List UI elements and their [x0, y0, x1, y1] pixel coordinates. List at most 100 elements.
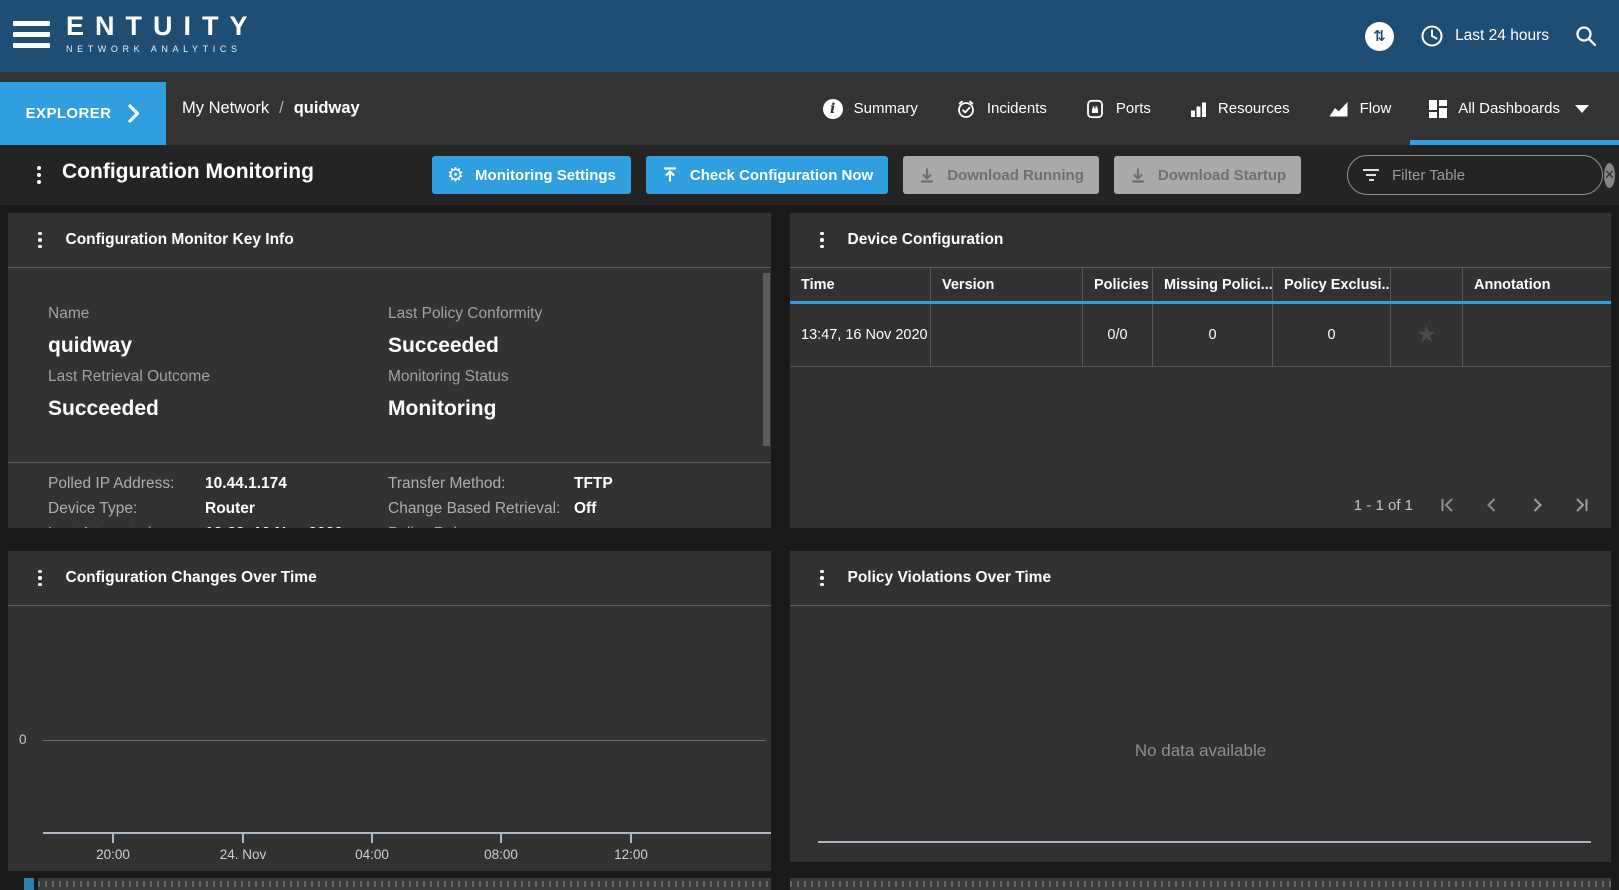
panel-title: Device Configuration	[847, 231, 1004, 248]
panel-kebab-menu-icon[interactable]	[34, 228, 46, 253]
cell-annotation	[1462, 304, 1611, 366]
tab-label: Resources	[1217, 100, 1290, 117]
info-icon: i	[822, 98, 843, 119]
download-running-button[interactable]: Download Running	[903, 156, 1099, 194]
detail-value: TFTP	[574, 474, 613, 492]
column-header-favorite[interactable]	[1390, 268, 1462, 301]
column-header-missing-policies[interactable]: Missing Polici...	[1152, 268, 1272, 301]
last-page-icon[interactable]	[1571, 494, 1593, 516]
config-monitor-key-info-panel: Configuration Monitor Key Info Name quid…	[8, 213, 771, 528]
tab-ports[interactable]: Ports	[1066, 72, 1170, 145]
tab-label: Summary	[853, 100, 918, 117]
x-axis-tick	[112, 834, 114, 843]
explorer-label: EXPLORER	[25, 105, 112, 122]
tab-all-dashboards[interactable]: All Dashboards	[1410, 72, 1619, 145]
breadcrumb-current: quidway	[293, 99, 360, 117]
search-icon[interactable]	[1575, 25, 1597, 47]
hamburger-menu-icon[interactable]	[13, 21, 50, 48]
detail-value: 12:33, 19 Nov 2020	[205, 525, 388, 529]
clipped-next-row	[0, 878, 1619, 890]
detail-label: Change Based Retrieval:	[388, 499, 561, 517]
time-range-picker[interactable]: Last 24 hours	[1420, 24, 1549, 48]
column-header-version[interactable]: Version	[930, 268, 1082, 301]
detail-label: Device Type:	[48, 499, 138, 517]
chevron-right-icon	[128, 104, 140, 123]
detail-value: Off	[574, 499, 597, 517]
field-label: Last Policy Conformity	[388, 305, 543, 322]
clipped-panel-edge	[38, 878, 771, 890]
filter-table-field[interactable]: ✕	[1347, 155, 1615, 195]
no-data-message: No data available	[1134, 741, 1267, 760]
tab-label: Ports	[1115, 100, 1151, 117]
alarm-check-icon	[956, 99, 976, 119]
configuration-changes-panel: Configuration Changes Over Time 0 20:00 …	[8, 551, 771, 871]
star-icon[interactable]: ★	[1416, 322, 1437, 348]
tab-summary[interactable]: i Summary	[804, 72, 937, 145]
clock-icon	[1420, 24, 1444, 48]
x-axis-tick	[500, 834, 502, 843]
download-startup-button[interactable]: Download Startup	[1113, 156, 1302, 194]
download-icon	[918, 166, 936, 184]
panel-scrollbar[interactable]	[763, 273, 770, 446]
panel-kebab-menu-icon[interactable]	[34, 566, 46, 591]
detail-value: 10.44.1.174	[205, 474, 287, 492]
x-axis-label: 04:00	[355, 847, 389, 862]
cell-policies: 0/0	[1082, 304, 1152, 366]
clipped-accent-block	[24, 878, 34, 890]
key-info-details: Polled IP Address: 10.44.1.174 Transfer …	[48, 471, 771, 529]
breadcrumb-parent[interactable]: My Network	[182, 99, 269, 118]
column-header-policies[interactable]: Policies	[1082, 268, 1152, 301]
field-value: Succeeded	[48, 397, 159, 420]
detail-label: Transfer Method:	[388, 474, 506, 492]
logo-title: ENTUITY	[66, 11, 259, 41]
x-axis-line	[43, 832, 771, 834]
first-page-icon[interactable]	[1436, 494, 1458, 516]
x-axis-label: 24. Nov	[219, 847, 267, 862]
panel-kebab-menu-icon[interactable]	[816, 566, 828, 591]
x-axis-tick	[630, 834, 632, 843]
column-header-policy-exclusions[interactable]: Policy Exclusi...	[1272, 268, 1390, 301]
pagination-summary: 1 - 1 of 1	[1353, 496, 1413, 514]
nav-tabs: i Summary Incidents Ports Resources Flow…	[804, 72, 1619, 145]
page-title: Configuration Monitoring	[62, 160, 314, 183]
tab-incidents[interactable]: Incidents	[937, 72, 1066, 145]
explorer-button[interactable]: EXPLORER	[0, 82, 166, 145]
field-value: Monitoring	[388, 397, 497, 420]
button-label: Download Startup	[1157, 166, 1287, 184]
divider	[8, 462, 771, 463]
field-label: Name	[48, 305, 90, 322]
swap-direction-icon[interactable]: ⇅	[1365, 21, 1395, 51]
filter-table-input[interactable]	[1390, 165, 1593, 185]
column-header-annotation[interactable]: Annotation	[1462, 268, 1611, 301]
clear-filter-icon[interactable]: ✕	[1604, 162, 1615, 188]
tab-resources[interactable]: Resources	[1170, 72, 1309, 145]
breadcrumb: My Network / quidway	[182, 72, 360, 145]
device-configuration-panel: Device Configuration Time Version Polici…	[790, 213, 1611, 528]
flow-chart-icon	[1328, 100, 1349, 118]
field-last-policy-conformity: Last Policy Conformity Succeeded	[388, 305, 542, 358]
monitoring-settings-button[interactable]: ⚙ Monitoring Settings	[432, 156, 631, 194]
button-label: Monitoring Settings	[475, 166, 616, 184]
tab-flow[interactable]: Flow	[1309, 72, 1411, 145]
page-kebab-menu-icon[interactable]	[33, 162, 45, 188]
check-configuration-now-button[interactable]: Check Configuration Now	[645, 156, 889, 194]
device-configuration-table: Time Version Policies Missing Polici... …	[790, 268, 1611, 367]
previous-page-icon[interactable]	[1481, 494, 1503, 516]
tab-label: All Dashboards	[1458, 100, 1560, 117]
button-label: Check Configuration Now	[689, 166, 874, 184]
cell-time: 13:47, 16 Nov 2020	[801, 327, 928, 343]
clipped-panel-edge	[790, 878, 1611, 890]
column-header-time[interactable]: Time	[790, 268, 930, 301]
policy-violations-panel: Policy Violations Over Time No data avai…	[790, 551, 1611, 862]
page-toolbar: Configuration Monitoring ⚙ Monitoring Se…	[0, 145, 1619, 205]
next-page-icon[interactable]	[1526, 494, 1548, 516]
zero-gridline	[43, 740, 766, 741]
x-glyph: ✕	[1604, 167, 1615, 183]
panel-kebab-menu-icon[interactable]	[816, 228, 828, 253]
button-label: Download Running	[947, 166, 1084, 184]
upload-icon	[661, 166, 679, 184]
field-name: Name quidway	[48, 305, 132, 358]
x-axis-label: 12:00	[614, 847, 648, 862]
table-row[interactable]: 13:47, 16 Nov 2020 0/0 0 0 ★	[790, 304, 1611, 367]
field-last-retrieval-outcome: Last Retrieval Outcome Succeeded	[48, 368, 210, 421]
